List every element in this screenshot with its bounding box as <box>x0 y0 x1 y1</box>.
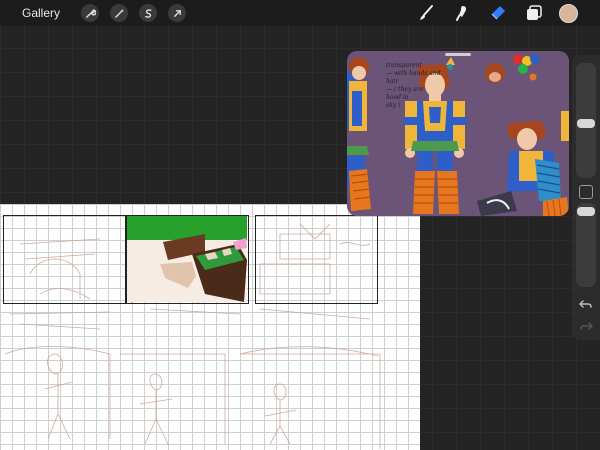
undo-icon[interactable] <box>579 297 593 311</box>
selection-icon[interactable] <box>139 4 158 22</box>
brush-sidebar <box>572 55 600 340</box>
storyboard-panel-2 <box>126 215 249 304</box>
storyboard-panel-1 <box>3 215 126 304</box>
wrench-icon[interactable] <box>81 4 100 22</box>
redo-icon[interactable] <box>579 319 593 333</box>
reference-handwritten-note: transparent — with hands and hair — ( th… <box>386 62 441 109</box>
brush-icon[interactable] <box>415 2 437 24</box>
brush-opacity-slider[interactable] <box>576 203 596 287</box>
modify-button[interactable] <box>579 185 593 199</box>
smudge-icon[interactable] <box>451 2 473 24</box>
eraser-icon[interactable] <box>487 2 509 24</box>
brush-size-slider[interactable] <box>576 63 596 178</box>
drawing-canvas[interactable] <box>0 204 420 450</box>
storyboard-panel-3 <box>255 215 378 304</box>
character-reference-image <box>347 54 569 216</box>
magic-wand-icon[interactable] <box>110 4 129 22</box>
color-icon[interactable] <box>559 3 578 23</box>
reference-window[interactable]: transparent — with hands and hair — ( th… <box>347 51 569 216</box>
layers-icon[interactable] <box>523 2 545 24</box>
gallery-button[interactable]: Gallery <box>22 6 60 20</box>
brush-opacity-thumb[interactable] <box>577 207 595 216</box>
brush-size-thumb[interactable] <box>577 119 595 128</box>
transform-arrow-icon[interactable] <box>168 4 187 22</box>
reference-drag-handle[interactable] <box>445 53 471 56</box>
top-toolbar: Gallery <box>0 0 600 26</box>
